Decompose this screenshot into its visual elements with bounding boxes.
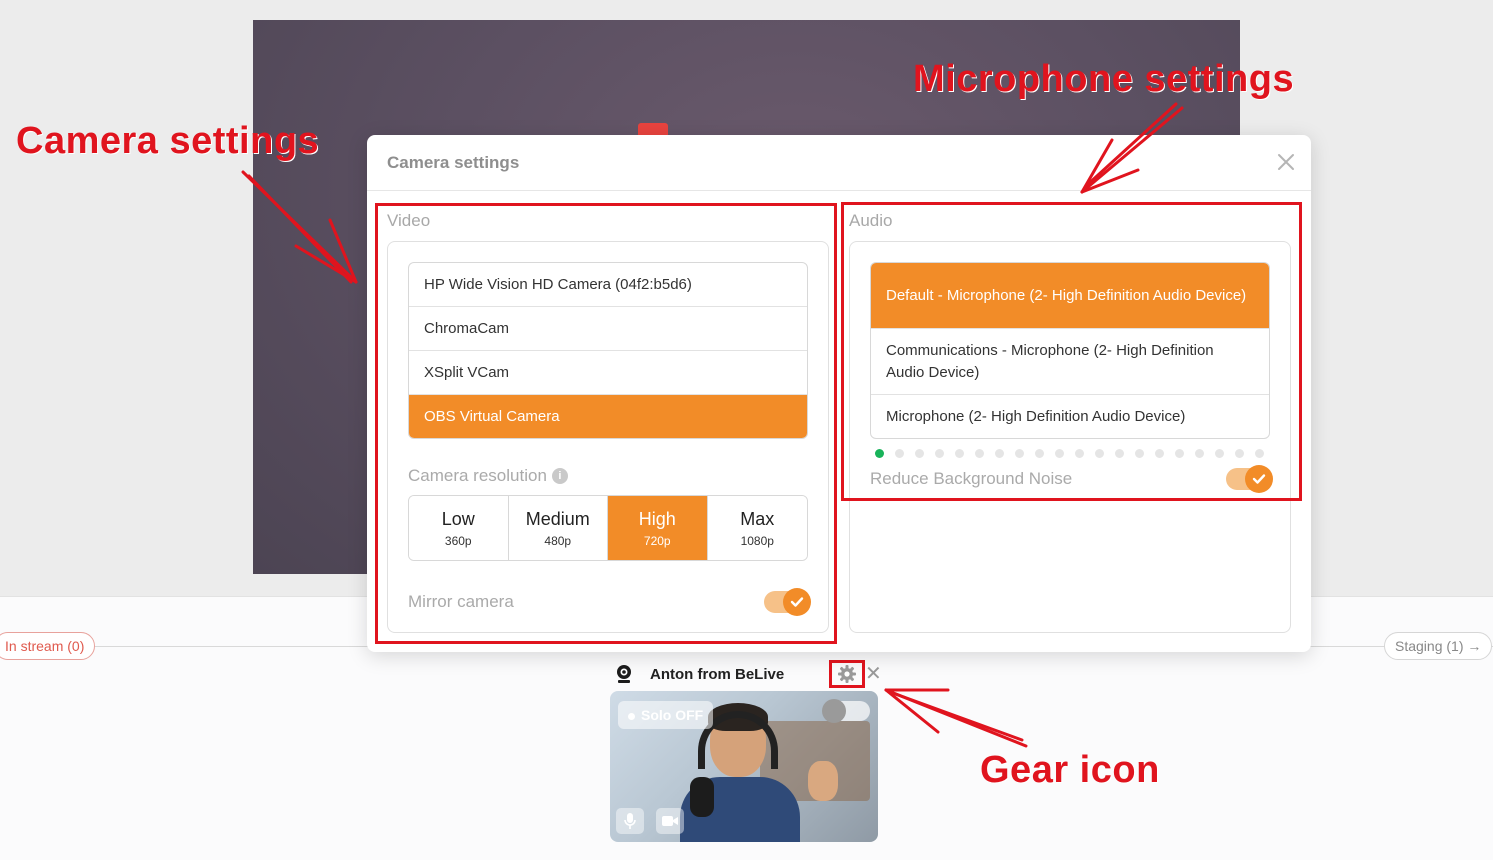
solo-toggle[interactable] [822,699,870,723]
solo-dot [628,712,635,720]
video-person-hand [808,761,838,801]
in-stream-tab[interactable]: In stream (0) [0,632,96,660]
solo-toggle-knob [822,699,846,723]
webcam-icon [617,665,631,683]
participant-name: Anton from BeLive [650,666,785,683]
video-camera-icon [662,816,678,826]
close-icon[interactable] [1275,151,1297,173]
microphone-settings-annotation: Microphone settings [913,58,1295,100]
mute-mic-button[interactable] [616,808,644,834]
staging-tab[interactable]: Staging (1) → [1384,632,1493,660]
modal-header: Camera settings [367,135,1311,191]
microphone-icon [624,813,636,829]
gear-icon [838,665,856,683]
gear-icon-annotation: Gear icon [980,749,1160,791]
remove-participant-icon[interactable]: ✕ [865,664,882,684]
gear-button[interactable] [829,660,865,688]
toggle-camera-button[interactable] [656,808,684,834]
video-microphone [690,777,714,817]
modal-title: Camera settings [387,153,520,172]
camera-settings-highlight [375,203,837,644]
solo-badge: Solo OFF [618,701,714,729]
microphone-settings-highlight [841,202,1302,501]
camera-settings-annotation: Camera settings [16,120,320,162]
participant-video[interactable]: Solo OFF [610,691,878,842]
solo-label: Solo OFF [641,707,704,723]
